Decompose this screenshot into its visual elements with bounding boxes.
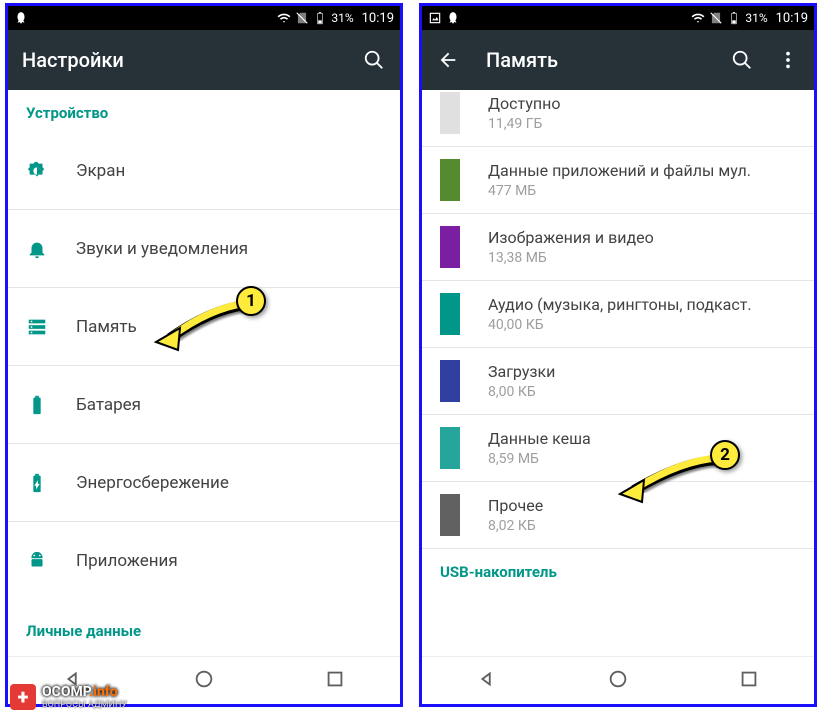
nav-home[interactable]: [193, 668, 215, 694]
storage-title: Данные кеша: [488, 429, 591, 449]
nav-bar: [422, 656, 814, 704]
power-save-icon: [26, 472, 48, 494]
phone-settings-screen: 31% 10:19 Настройки Устройство Экран Зву…: [5, 3, 403, 707]
storage-row-cache[interactable]: Данные кеша 8,59 МБ: [422, 415, 814, 482]
page-title: Настройки: [22, 48, 340, 72]
clock: 10:19: [362, 11, 394, 26]
no-sim-icon: [709, 11, 723, 25]
row-sounds[interactable]: Звуки и уведомления: [8, 210, 400, 288]
settings-list: Экран Звуки и уведомления Память Батарея: [8, 132, 400, 600]
brightness-icon: [26, 160, 48, 182]
storage-sub: 40,00 КБ: [488, 315, 752, 333]
clock: 10:19: [776, 11, 808, 26]
storage-sub: 13,38 МБ: [488, 248, 654, 266]
battery-percent: 31%: [745, 11, 767, 25]
storage-sub: 8,59 МБ: [488, 449, 591, 467]
storage-row-images[interactable]: Изображения и видео 13,38 МБ: [422, 214, 814, 281]
row-label: Приложения: [76, 551, 178, 571]
storage-sub: 8,00 КБ: [488, 382, 555, 400]
overflow-button[interactable]: [776, 48, 800, 72]
color-swatch: [440, 159, 460, 201]
wifi-icon: [691, 11, 705, 25]
storage-row-downloads[interactable]: Загрузки 8,00 КБ: [422, 348, 814, 415]
row-label: Звуки и уведомления: [76, 239, 248, 259]
arrow-back-icon: [437, 49, 459, 71]
storage-icon: [26, 316, 48, 338]
page-title: Память: [486, 48, 708, 72]
search-button[interactable]: [362, 48, 386, 72]
row-apps[interactable]: Приложения: [8, 522, 400, 600]
color-swatch: [440, 226, 460, 268]
color-swatch: [440, 293, 460, 335]
storage-list: Доступно 11,49 ГБ Данные приложений и фа…: [422, 90, 814, 549]
storage-title: Доступно: [488, 94, 560, 114]
storage-title: Прочее: [488, 496, 543, 516]
app-bar: Настройки: [8, 30, 400, 90]
storage-title: Данные приложений и файлы мул.: [488, 161, 751, 181]
watermark: + OCOMP.info ВОПРОСЫ АДМИНУ: [10, 684, 127, 710]
storage-sub: 11,49 ГБ: [488, 114, 560, 132]
status-bar: 31% 10:19: [422, 6, 814, 30]
app-bar: Память: [422, 30, 814, 90]
nav-home[interactable]: [607, 668, 629, 694]
storage-sub: 477 МБ: [488, 181, 751, 199]
search-icon: [363, 49, 385, 71]
back-button[interactable]: [436, 48, 460, 72]
storage-row-audio[interactable]: Аудио (музыка, рингтоны, подкаст. 40,00 …: [422, 281, 814, 348]
storage-title: Загрузки: [488, 362, 555, 382]
row-label: Батарея: [76, 395, 141, 415]
watermark-tld: .info: [89, 684, 118, 700]
storage-row-available[interactable]: Доступно 11,49 ГБ: [422, 90, 814, 147]
phone-storage-screen: 31% 10:19 Память Доступно 11,49 ГБ: [419, 3, 817, 707]
row-label: Экран: [76, 161, 125, 181]
battery-percent: 31%: [331, 11, 353, 25]
screenshot-icon: [428, 11, 442, 25]
wifi-icon: [277, 11, 291, 25]
color-swatch: [440, 494, 460, 536]
search-button[interactable]: [730, 48, 754, 72]
more-vert-icon: [777, 49, 799, 71]
nav-recent[interactable]: [324, 668, 346, 694]
battery-icon: [26, 394, 48, 416]
section-header-usb: USB-накопитель: [422, 549, 814, 581]
storage-title: Аудио (музыка, рингтоны, подкаст.: [488, 295, 752, 315]
row-label: Энергосбережение: [76, 473, 229, 493]
storage-title: Изображения и видео: [488, 228, 654, 248]
nav-back[interactable]: [476, 668, 498, 694]
watermark-sub: ВОПРОСЫ АДМИНУ: [42, 700, 127, 710]
section-header-device: Устройство: [8, 90, 400, 132]
storage-sub: 8,02 КБ: [488, 516, 543, 534]
search-icon: [731, 49, 753, 71]
row-battery[interactable]: Батарея: [8, 366, 400, 444]
color-swatch: [440, 360, 460, 402]
storage-row-apps[interactable]: Данные приложений и файлы мул. 477 МБ: [422, 147, 814, 214]
row-powersave[interactable]: Энергосбережение: [8, 444, 400, 522]
rocket-icon: [446, 11, 460, 25]
status-bar: 31% 10:19: [8, 6, 400, 30]
battery-icon: [727, 11, 741, 25]
storage-row-other[interactable]: Прочее 8,02 КБ: [422, 482, 814, 549]
nav-recent[interactable]: [738, 668, 760, 694]
battery-icon: [313, 11, 327, 25]
rocket-icon: [14, 11, 28, 25]
no-sim-icon: [295, 11, 309, 25]
watermark-brand: OCOMP: [42, 684, 89, 700]
android-icon: [26, 550, 48, 572]
row-storage[interactable]: Память: [8, 288, 400, 366]
row-display[interactable]: Экран: [8, 132, 400, 210]
color-swatch: [440, 427, 460, 469]
section-header-personal: Личные данные: [8, 600, 400, 650]
color-swatch: [440, 92, 460, 134]
bell-icon: [26, 238, 48, 260]
watermark-logo: +: [10, 684, 36, 710]
row-label: Память: [76, 317, 137, 337]
